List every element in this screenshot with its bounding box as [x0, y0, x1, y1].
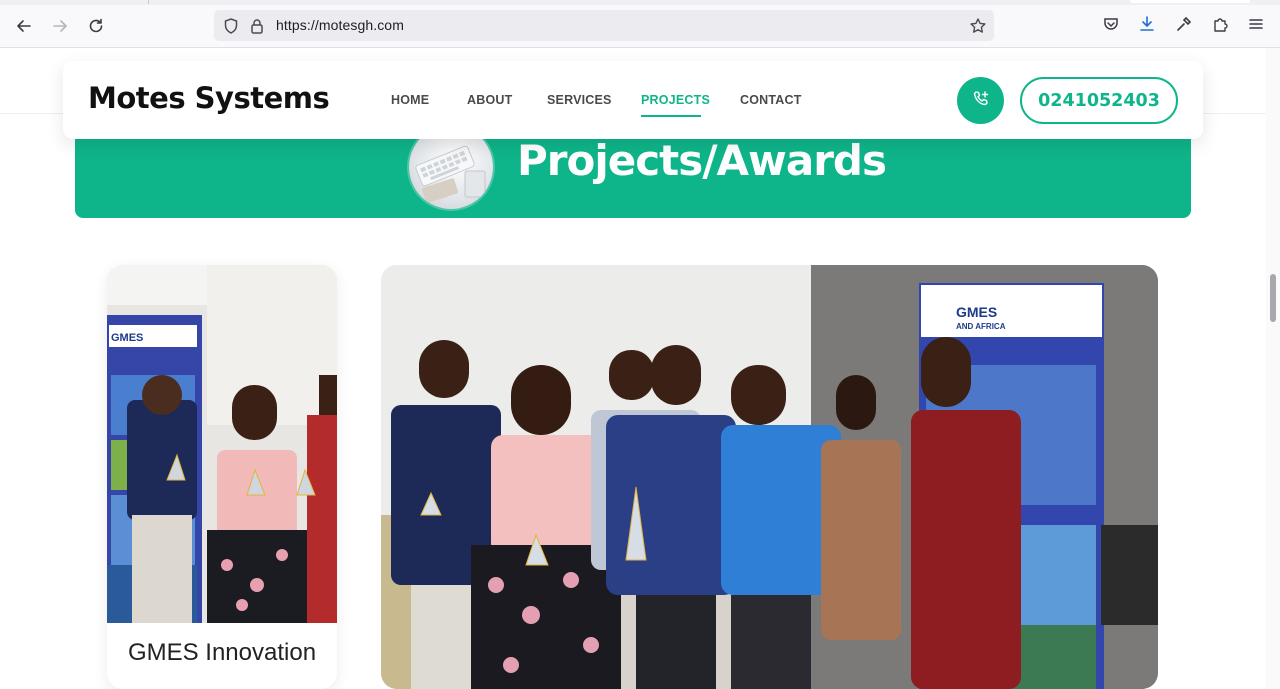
- star-icon[interactable]: [969, 17, 987, 35]
- site-header: Motes Systems HOME ABOUT SERVICES PROJEC…: [63, 61, 1203, 139]
- shield-icon[interactable]: [222, 17, 240, 35]
- project-card-awards[interactable]: GMES AND AFRICA: [381, 265, 1158, 689]
- download-icon[interactable]: [1138, 15, 1156, 33]
- svg-text:GMES: GMES: [956, 304, 997, 320]
- phone-plus-icon: [971, 89, 991, 113]
- nav-contact[interactable]: CONTACT: [740, 93, 802, 107]
- project-caption: GMES Innovation: [127, 639, 317, 666]
- project-photo-large: GMES AND AFRICA: [381, 265, 1158, 689]
- forward-arrow-icon[interactable]: [46, 12, 74, 40]
- nav-home[interactable]: HOME: [391, 93, 429, 107]
- eyedropper-icon[interactable]: [1175, 15, 1193, 33]
- extensions-icon[interactable]: [1211, 15, 1229, 33]
- phone-number-button[interactable]: 0241052403: [1020, 77, 1178, 124]
- page-title: Projects/Awards: [517, 136, 887, 185]
- project-photo-small: GMES: [107, 265, 337, 623]
- url-text[interactable]: https://motesgh.com: [276, 17, 404, 33]
- svg-text:GMES: GMES: [111, 332, 143, 344]
- lock-icon[interactable]: [248, 17, 266, 35]
- back-arrow-icon[interactable]: [10, 12, 38, 40]
- tab-divider: [148, 0, 149, 4]
- tab-edge: [1130, 0, 1250, 3]
- scrollbar-thumb[interactable]: [1270, 274, 1276, 322]
- tab-strip: [0, 0, 1280, 5]
- nav-about[interactable]: ABOUT: [467, 93, 512, 107]
- nav-projects[interactable]: PROJECTS: [641, 93, 710, 107]
- page-scrollbar[interactable]: [1266, 48, 1280, 689]
- menu-icon[interactable]: [1247, 15, 1265, 33]
- reload-icon[interactable]: [82, 12, 110, 40]
- nav-services[interactable]: SERVICES: [547, 93, 612, 107]
- browser-toolbar: https://motesgh.com: [0, 0, 1280, 48]
- site-logo[interactable]: Motes Systems: [88, 81, 330, 115]
- address-bar[interactable]: https://motesgh.com: [214, 10, 994, 41]
- hero-banner: Projects/Awards: [75, 125, 1191, 218]
- phone-call-button[interactable]: [957, 77, 1004, 124]
- active-nav-underline: [641, 115, 701, 117]
- project-card-gmes[interactable]: GMES GMES Innovation: [107, 265, 337, 689]
- svg-text:AND AFRICA: AND AFRICA: [956, 322, 1006, 331]
- page-viewport: Projects/Awards Motes Systems HOME ABOUT…: [0, 48, 1280, 689]
- pocket-icon[interactable]: [1102, 15, 1120, 33]
